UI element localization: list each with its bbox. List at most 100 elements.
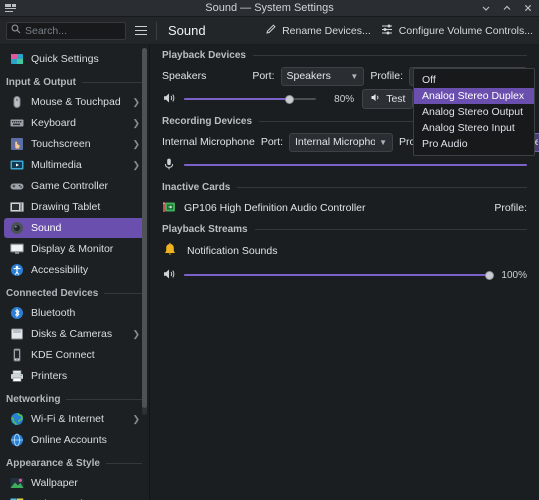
playback-stream-volume-row: 100% xyxy=(150,263,539,287)
volume-icon[interactable] xyxy=(162,267,176,284)
mouse-icon xyxy=(10,95,24,109)
sidebar-item-keyboard[interactable]: Keyboard ❯ xyxy=(4,113,146,133)
recording-volume-slider[interactable] xyxy=(184,158,527,172)
rename-devices-label: Rename Devices... xyxy=(282,24,371,37)
sidebar-scrollbar-thumb[interactable] xyxy=(142,48,147,408)
sidebar-group-title: Input & Output xyxy=(6,77,76,88)
system-settings-icon xyxy=(4,2,18,15)
sidebar-item-label: Game Controller xyxy=(31,180,109,192)
sidebar-item-quick-settings[interactable]: Quick Settings xyxy=(4,49,146,69)
search-placeholder: Search... xyxy=(25,24,68,37)
sidebar-group-title: Connected Devices xyxy=(6,288,99,299)
touchscreen-icon xyxy=(10,137,24,151)
sidebar-item-label: Drawing Tablet xyxy=(31,201,101,213)
sidebar-item-touchscreen[interactable]: Touchscreen ❯ xyxy=(4,134,146,154)
section-rule xyxy=(237,186,527,188)
sidebar-item-label: Sound xyxy=(31,222,62,234)
sidebar-item-bluetooth[interactable]: Bluetooth xyxy=(4,303,146,323)
sidebar-scrollbar[interactable] xyxy=(142,48,147,415)
dropdown-option-off[interactable]: Off xyxy=(414,72,534,88)
sidebar-item-disks-cameras[interactable]: Disks & Cameras ❯ xyxy=(4,324,146,344)
sidebar-item-display-monitor[interactable]: Display & Monitor xyxy=(4,239,146,259)
globe-icon xyxy=(10,412,24,426)
sidebar-item-label: Touchscreen xyxy=(31,138,91,150)
disk-icon xyxy=(10,327,24,341)
chevron-right-icon: ❯ xyxy=(132,328,140,339)
recording-port-select[interactable]: Internal Microphone ▼ xyxy=(289,132,393,152)
sidebar-item-wi-fi-internet[interactable]: Wi-Fi & Internet ❯ xyxy=(4,409,146,429)
profile-dropdown-popup[interactable]: Off Analog Stereo Duplex Analog Stereo Out… xyxy=(413,68,535,156)
search-input[interactable]: Search... xyxy=(6,21,126,40)
main-content: Playback Devices Speakers Port: Speakers… xyxy=(150,45,539,500)
inactive-card-profile-label: Profile: xyxy=(494,202,527,214)
sidebar-group-title: Appearance & Style xyxy=(6,458,100,469)
audio-card-icon xyxy=(162,200,177,217)
kde-connect-icon xyxy=(10,348,24,362)
slider-fill xyxy=(184,97,290,101)
dropdown-option-pro-audio[interactable]: Pro Audio xyxy=(414,136,534,152)
volume-icon[interactable] xyxy=(162,91,176,108)
playback-volume-slider[interactable] xyxy=(184,92,317,106)
slider-handle[interactable] xyxy=(285,94,295,104)
stream-volume-slider[interactable] xyxy=(184,268,494,282)
microphone-icon[interactable] xyxy=(162,157,176,174)
gamepad-icon xyxy=(10,179,24,193)
sliders-icon xyxy=(381,23,394,38)
toolbar-actions: Rename Devices... Configure Volume Contr… xyxy=(265,23,539,38)
sidebar-group-networking: Networking xyxy=(0,387,150,408)
sidebar-item-label: Mouse & Touchpad xyxy=(31,96,121,108)
inactive-card-name: GP106 High Definition Audio Controller xyxy=(184,202,366,214)
sidebar-item-colors-themes[interactable]: Colors & Themes❯ xyxy=(4,494,146,500)
sidebar-item-label: Online Accounts xyxy=(31,434,107,446)
sidebar-item-accessibility[interactable]: Accessibility xyxy=(4,260,146,280)
sidebar-item-kde-connect[interactable]: KDE Connect xyxy=(4,345,146,365)
chevron-right-icon: ❯ xyxy=(132,159,140,170)
minimize-button[interactable] xyxy=(480,2,492,14)
title-bar[interactable]: Sound — System Settings xyxy=(0,0,539,17)
dropdown-option-analog-stereo-duplex[interactable]: Analog Stereo Duplex xyxy=(414,88,534,104)
hamburger-menu-icon[interactable] xyxy=(131,21,151,41)
close-button[interactable] xyxy=(522,2,534,14)
chevron-right-icon: ❯ xyxy=(132,138,140,149)
test-button[interactable]: Test xyxy=(362,89,414,109)
section-rule xyxy=(252,54,527,56)
speaker-icon xyxy=(10,221,24,235)
sidebar-item-label: Multimedia xyxy=(31,159,82,171)
chevron-right-icon: ❯ xyxy=(132,117,140,128)
sidebar-item-online-accounts[interactable]: Online Accounts xyxy=(4,430,146,450)
toolbar-divider xyxy=(156,21,157,40)
slider-handle[interactable] xyxy=(484,270,494,280)
rename-devices-button[interactable]: Rename Devices... xyxy=(265,23,371,38)
sidebar-item-label: Wi-Fi & Internet xyxy=(31,413,104,425)
playback-port-select[interactable]: Speakers ▼ xyxy=(280,66,365,86)
dropdown-option-analog-stereo-output[interactable]: Analog Stereo Output xyxy=(414,104,534,120)
window-controls xyxy=(480,2,539,14)
test-label: Test xyxy=(386,93,406,105)
chevron-down-icon: ▼ xyxy=(350,71,359,81)
multimedia-icon xyxy=(10,158,24,172)
sidebar-item-multimedia[interactable]: Multimedia ❯ xyxy=(4,155,146,175)
sidebar-item-wallpaper[interactable]: Wallpaper xyxy=(4,473,146,493)
pencil-icon xyxy=(265,23,277,38)
sidebar-item-game-controller[interactable]: Game Controller xyxy=(4,176,146,196)
sidebar-item-mouse-touchpad[interactable]: Mouse & Touchpad ❯ xyxy=(4,92,146,112)
speaker-small-icon xyxy=(370,92,381,106)
online-accounts-icon xyxy=(10,433,24,447)
sidebar-item-label: Accessibility xyxy=(31,264,89,276)
configure-volume-controls-button[interactable]: Configure Volume Controls... xyxy=(381,23,533,38)
sidebar-item-sound[interactable]: Sound xyxy=(4,218,146,238)
toolbar: Search... Sound Rename Devices... Config… xyxy=(0,17,539,45)
recording-volume-row xyxy=(150,153,539,177)
recording-port-value: Internal Microphone xyxy=(295,136,376,148)
playback-stream-name: Notification Sounds xyxy=(187,245,278,257)
slider-fill xyxy=(184,273,489,277)
chevron-right-icon: ❯ xyxy=(132,413,140,424)
sidebar-group-rule xyxy=(105,463,142,464)
sidebar-item-drawing-tablet[interactable]: Drawing Tablet xyxy=(4,197,146,217)
section-title: Inactive Cards xyxy=(162,181,231,193)
section-playback-devices: Playback Devices xyxy=(150,45,539,65)
dropdown-option-analog-stereo-input[interactable]: Analog Stereo Input xyxy=(414,120,534,136)
maximize-button[interactable] xyxy=(501,2,513,14)
sidebar-item-printers[interactable]: Printers xyxy=(4,366,146,386)
section-playback-streams: Playback Streams xyxy=(150,219,539,239)
